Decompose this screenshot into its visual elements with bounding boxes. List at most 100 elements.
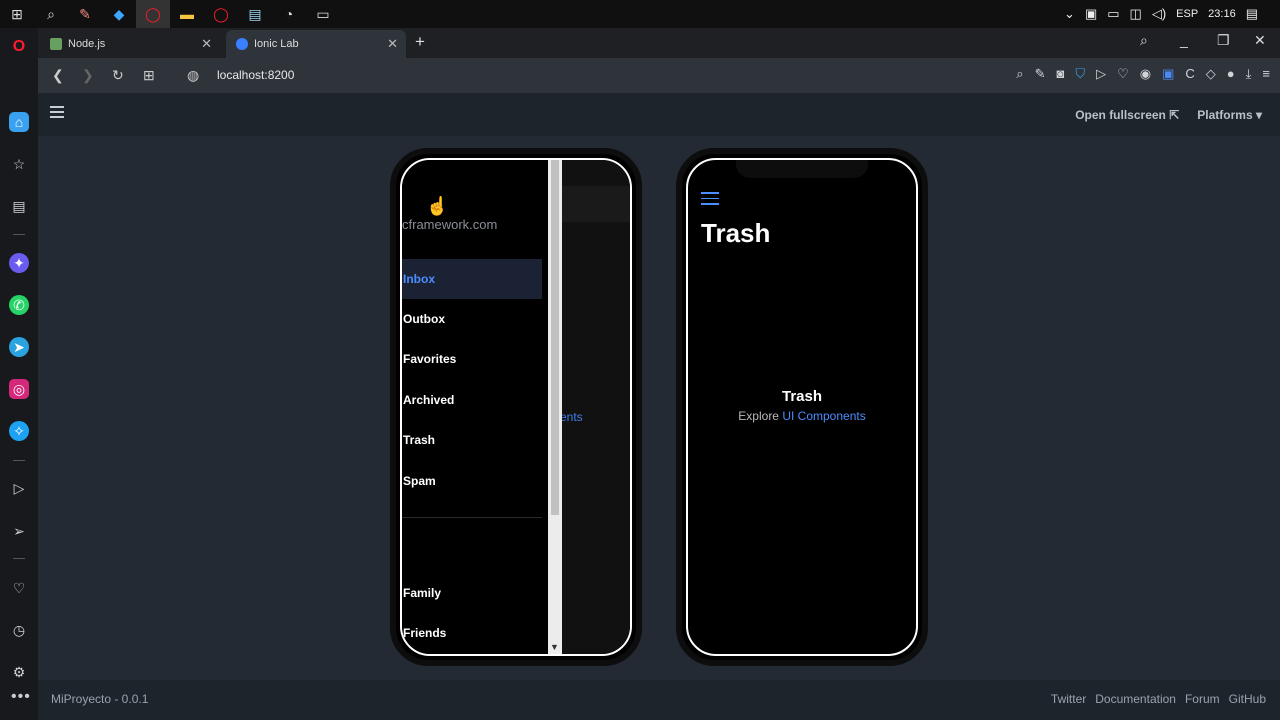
label-item-family[interactable]: Family [402,573,542,613]
mouse-cursor-icon: ☝ [426,196,449,216]
opera-icon[interactable]: ◯ [136,0,170,28]
minimize-icon[interactable]: _ [1180,32,1188,48]
tab-ionic-lab[interactable]: Ionic Lab ✕ [226,30,406,58]
battery-icon[interactable]: ▭ [1107,6,1119,22]
menu-item-archived[interactable]: Archived [402,380,542,420]
close-icon[interactable]: ✕ [387,36,398,52]
nodejs-favicon-icon [50,38,62,50]
tab-search-icon[interactable]: ⌕ [1140,32,1148,49]
search-icon[interactable]: ⌕ [34,0,68,28]
notifications-icon[interactable]: ▤ [1246,6,1258,22]
platforms-dropdown[interactable]: Platforms ▾ [1197,108,1262,122]
tools-icon[interactable]: ✎ [68,0,102,28]
camera-icon[interactable]: ◙ [1056,66,1064,82]
menu-item-favorites[interactable]: Favorites [402,339,542,379]
github-link[interactable]: GitHub [1229,692,1266,706]
tray-app-icon[interactable]: ▣ [1085,6,1097,22]
scroll-down-icon[interactable]: ▼ [550,642,559,652]
address-bar-actions: ⌕ ✎ ◙ ⛉ ▷ ♡ ◉ ▣ C ◇ ● ⤓ ≡ [1016,66,1270,82]
forum-link[interactable]: Forum [1185,692,1220,706]
telegram-icon[interactable]: ➤ [9,337,29,357]
windows-taskbar: ⊞ ⌕ ✎ ◆ ◯ ▬ ◯ ▤ ◔ ▭ ⌄ ▣ ▭ ◫ ◁) ESP 23:16… [0,0,1280,28]
menu-item-trash[interactable]: Trash [402,420,542,460]
player-icon[interactable]: ▷ [9,478,29,498]
sidebar-divider [13,558,25,559]
ui-components-link[interactable]: ents [560,410,583,424]
heart-icon[interactable]: ♡ [9,578,29,598]
language-indicator[interactable]: ESP [1176,8,1198,20]
clock-app-icon[interactable]: ◔ [272,0,306,28]
download-icon[interactable]: ⤓ [1246,66,1252,82]
heart-icon[interactable]: ♡ [1117,66,1129,82]
extension-icon[interactable]: ◉ [1140,66,1151,82]
address-bar: ❮ ❯ ↻ ⊞ ◍ localhost:8200 ⌕ ✎ ◙ ⛉ ▷ ♡ ◉ ▣… [38,58,1280,93]
menu-item-inbox[interactable]: Inbox [402,259,542,299]
whatsapp-icon[interactable]: ✆ [9,295,29,315]
phone-preview-right: Trash Trash Explore UI Components [676,148,928,666]
network-icon[interactable]: ◫ [1130,6,1142,22]
sidebar-more-icon[interactable]: ••• [11,688,31,706]
edit-icon[interactable]: ✎ [1035,66,1046,82]
terminal-icon[interactable]: ▭ [306,0,340,28]
send-icon[interactable]: ▷ [1096,66,1106,82]
open-fullscreen-link[interactable]: Open fullscreen ⇱ [1075,108,1179,122]
shield-icon[interactable]: ⛉ [1075,66,1085,82]
settings-icon[interactable]: ⚙ [9,662,29,682]
globe-icon: ◍ [187,67,200,83]
vscode-icon[interactable]: ◆ [102,0,136,28]
chevron-up-icon[interactable]: ⌄ [1064,6,1075,22]
reload-icon[interactable]: ↻ [112,67,124,84]
url-field[interactable]: localhost:8200 [217,68,294,82]
profile-icon[interactable]: ● [1227,66,1235,82]
container-heading: Trash [781,388,823,405]
cube-icon[interactable]: ◇ [1206,66,1216,82]
instagram-icon[interactable]: ◎ [9,379,29,399]
clock[interactable]: 23:16 [1208,8,1236,20]
scroll-thumb[interactable] [551,160,559,515]
home-icon[interactable]: ⌂ [9,112,29,132]
volume-icon[interactable]: ◁) [1152,6,1166,22]
twitter-icon[interactable]: ✧ [9,421,29,441]
tab-nodejs[interactable]: Node.js ✕ [40,30,220,58]
messenger-icon[interactable]: ✦ [9,253,29,273]
ui-components-link[interactable]: UI Components [782,409,865,423]
opera-gx-icon[interactable]: ◯ [204,0,238,28]
menu-item-outbox[interactable]: Outbox [402,299,542,339]
system-tray: ⌄ ▣ ▭ ◫ ◁) ESP 23:16 ▤ [1064,0,1280,28]
menu-icon[interactable]: ≡ [1262,66,1270,82]
ionic-lab: Open fullscreen ⇱ Platforms ▾ [38,93,1280,680]
content-behind-menu: ents [560,160,630,654]
send-icon[interactable]: ➢ [9,521,29,541]
menu-divider [402,517,542,518]
opera-logo-icon[interactable]: O [9,37,29,57]
close-icon[interactable]: ✕ [201,36,212,52]
tab-label: Ionic Lab [254,38,299,50]
label-item-friends[interactable]: Friends [402,613,542,653]
menu-icon[interactable] [50,106,64,121]
menu-item-spam[interactable]: Spam [402,461,542,501]
search-icon[interactable]: ⌕ [1016,66,1023,82]
sidebar-divider [13,234,25,235]
footer-links: Twitter Documentation Forum GitHub [1051,692,1266,706]
tabs-grid-icon[interactable]: ⊞ [143,67,155,84]
back-icon[interactable]: ❮ [52,67,64,84]
history-icon[interactable]: ◷ [9,620,29,640]
restore-icon[interactable]: ❐ [1217,32,1230,49]
translate-icon[interactable]: ▣ [1162,66,1174,82]
notepad-icon[interactable]: ▤ [238,0,272,28]
star-icon[interactable]: ☆ [9,154,29,174]
refresh-extension-icon[interactable]: C [1185,66,1194,82]
twitter-link[interactable]: Twitter [1051,692,1086,706]
side-menu: cframework.com Inbox Outbox Favorites Ar… [402,160,548,654]
menu-button[interactable] [701,192,719,209]
documentation-link[interactable]: Documentation [1095,692,1176,706]
forward-icon[interactable]: ❯ [82,67,94,84]
menu-subtitle: cframework.com [402,217,498,232]
new-tab-icon[interactable]: + [415,32,425,52]
lab-footer: MiProyecto - 0.0.1 Twitter Documentation… [38,680,1280,720]
file-explorer-icon[interactable]: ▬ [170,0,204,28]
briefcase-icon[interactable]: ▤ [9,196,29,216]
windows-start-icon[interactable]: ⊞ [0,0,34,28]
scrollbar[interactable]: ▼ [548,160,562,654]
close-window-icon[interactable]: ✕ [1254,32,1266,49]
